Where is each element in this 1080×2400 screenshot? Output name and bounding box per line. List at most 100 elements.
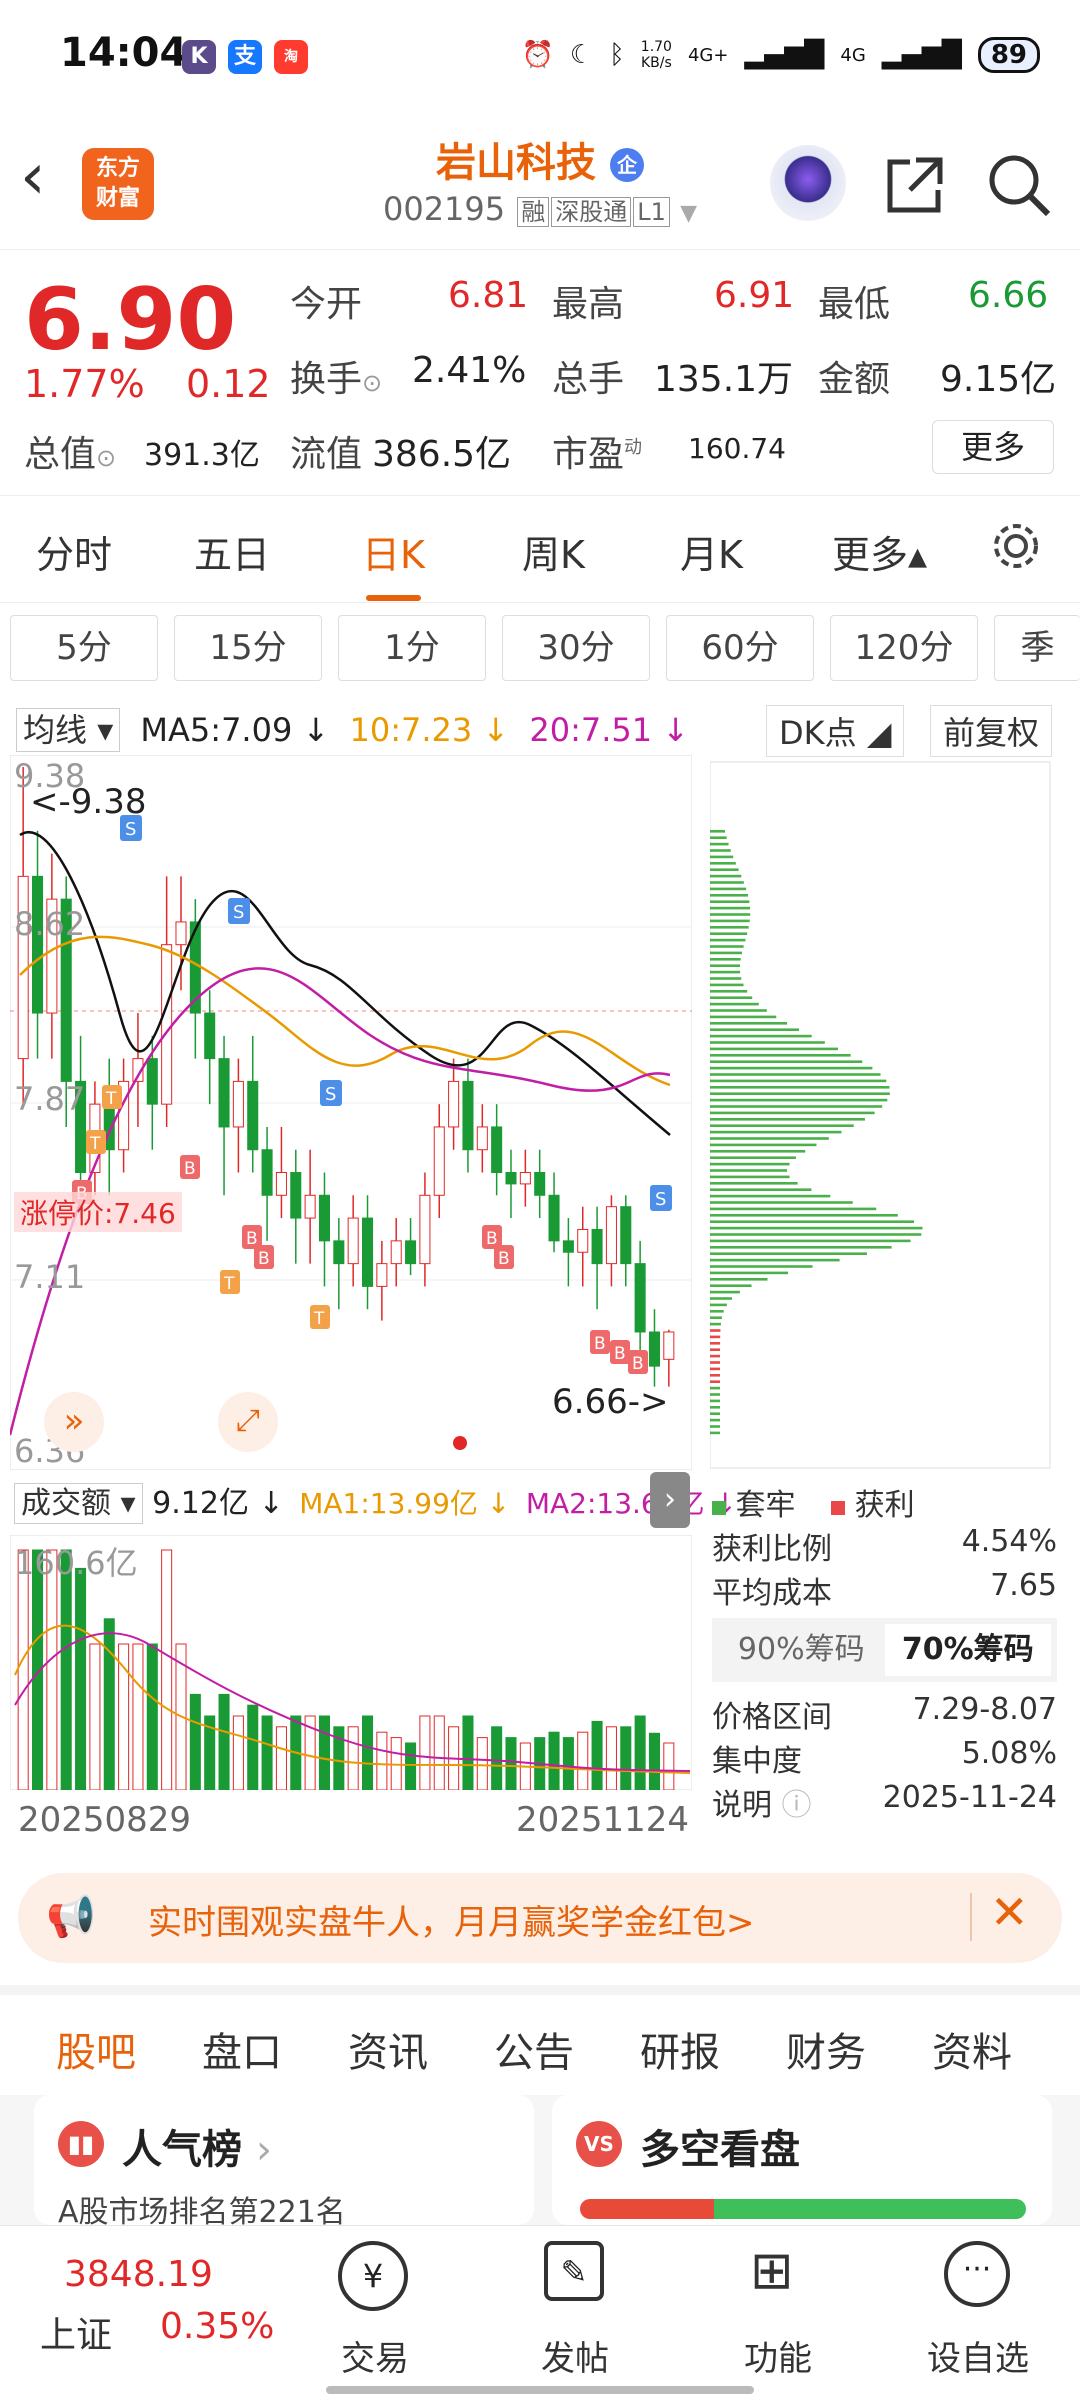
- svg-text:T: T: [89, 1134, 101, 1154]
- tab-weekly-k[interactable]: 周K: [522, 524, 585, 579]
- period-15min[interactable]: 15分: [174, 615, 322, 681]
- value-mktcap: 391.3亿: [144, 438, 260, 473]
- settings-gear-icon[interactable]: [988, 518, 1044, 574]
- volume-selector[interactable]: 成交额 ▾: [14, 1483, 143, 1524]
- tab-research[interactable]: 研报: [640, 2020, 720, 2078]
- chip-bar: [710, 1092, 890, 1095]
- index-value[interactable]: 3848.19: [64, 2254, 213, 2295]
- volume-bar: [232, 1715, 244, 1790]
- megaphone-icon: 📢: [46, 1894, 96, 1940]
- chip-bar: [710, 842, 729, 846]
- collapse-arrow-icon[interactable]: ›: [650, 1472, 690, 1528]
- nav-trade[interactable]: 交易: [305, 2331, 445, 2380]
- tab-news[interactable]: 资讯: [348, 2020, 428, 2078]
- nav-add-watchlist[interactable]: 设自选: [908, 2331, 1048, 2380]
- tab-daily-k[interactable]: 日K: [362, 524, 425, 601]
- svg-text:B: B: [632, 1354, 644, 1374]
- popularity-card[interactable]: ▮▮ 人气榜 › A股市场排名第221名: [34, 2095, 534, 2230]
- candle-body: [376, 1263, 388, 1287]
- chip-bar: [710, 862, 736, 865]
- chip-bar: [710, 1201, 853, 1204]
- chip-bar: [710, 970, 741, 974]
- chip-bar: [710, 1009, 767, 1012]
- chip-bar: [710, 1105, 883, 1108]
- battery-indicator: 89: [977, 37, 1040, 73]
- tab-monthly-k[interactable]: 月K: [680, 524, 743, 579]
- label-low: 最低: [818, 284, 891, 325]
- clock: 14:04: [60, 30, 188, 76]
- nav-post[interactable]: 发帖: [505, 2331, 645, 2380]
- grid-icon[interactable]: ⊞: [750, 2241, 794, 2301]
- chip-bar: [710, 1322, 721, 1326]
- net-speed: 1.70 KB/s: [640, 39, 672, 71]
- tab-pankou[interactable]: 盘口: [202, 2020, 282, 2078]
- tab-intraday[interactable]: 分时: [36, 524, 112, 579]
- expand-left-icon[interactable]: »: [44, 1392, 104, 1452]
- ai-assistant-avatar[interactable]: [770, 145, 846, 221]
- volume-ma2: MA2:13.63亿 ↓: [525, 1487, 737, 1520]
- period-5min[interactable]: 5分: [10, 615, 158, 681]
- chip-bar: [710, 1054, 851, 1057]
- info-icon[interactable]: ⓘ: [782, 1788, 812, 1823]
- chart-period-tabs: 分时 五日 日K 周K 月K 更多▴: [0, 495, 1080, 603]
- tab-chip-90[interactable]: 90%筹码: [718, 1624, 885, 1676]
- ma-selector[interactable]: 均线 ▾: [16, 708, 121, 752]
- candle-body: [648, 1331, 661, 1367]
- chip-bar: [710, 1386, 721, 1390]
- promo-text: 实时围观实盘牛人，月月赢奖学金红包>: [148, 1903, 755, 1943]
- period-60min[interactable]: 60分: [666, 615, 814, 681]
- chip-bar: [710, 1246, 892, 1249]
- chip-bar: [710, 919, 750, 923]
- tab-more[interactable]: 更多▴: [832, 524, 927, 579]
- chip-bar: [710, 1175, 790, 1179]
- period-quarter[interactable]: 季: [994, 615, 1080, 681]
- chip-bar: [710, 1252, 867, 1255]
- more-dots-icon[interactable]: ···: [944, 2241, 1010, 2307]
- period-120min[interactable]: 120分: [830, 615, 978, 681]
- tab-finance[interactable]: 财务: [786, 2020, 866, 2078]
- more-quote-button[interactable]: 更多: [932, 420, 1054, 474]
- value-float-cap: 386.5亿: [372, 434, 512, 475]
- share-icon[interactable]: [880, 150, 950, 220]
- y-axis-4: 7.11: [14, 1258, 86, 1296]
- chip-bar: [710, 1431, 720, 1435]
- limit-up-label: 涨停价:7.46: [14, 1192, 182, 1232]
- tab-chip-70[interactable]: 70%筹码: [884, 1624, 1051, 1676]
- candle-body: [663, 1331, 675, 1360]
- candle-body: [534, 1172, 546, 1196]
- tab-guba[interactable]: 股吧: [56, 2020, 136, 2102]
- chip-bar: [710, 1156, 796, 1159]
- svg-text:B: B: [594, 1334, 606, 1354]
- chip-bar: [710, 1354, 721, 1358]
- nav-functions[interactable]: 功能: [708, 2331, 848, 2380]
- tab-five-day[interactable]: 五日: [194, 524, 270, 579]
- svg-text:B: B: [184, 1159, 196, 1179]
- signal-4g-plus: 4G+: [687, 44, 729, 66]
- promo-banner[interactable]: 📢 实时围观实盘牛人，月月赢奖学金红包> ✕: [18, 1873, 1062, 1963]
- candle-body: [261, 1149, 273, 1196]
- period-1min[interactable]: 1分: [338, 615, 486, 681]
- tab-profile[interactable]: 资料: [932, 2020, 1012, 2078]
- date-start: 20250829: [18, 1800, 192, 1840]
- search-icon[interactable]: [984, 150, 1054, 220]
- trade-icon[interactable]: ¥: [338, 2241, 408, 2311]
- chip-bar: [710, 1143, 817, 1147]
- value-turnover: 2.41%: [412, 350, 527, 391]
- period-30min[interactable]: 30分: [502, 615, 650, 681]
- chip-bar: [710, 1137, 829, 1140]
- adjust-button[interactable]: 前复权: [930, 705, 1053, 757]
- stock-header: ‹ 东方 财富 岩山科技 企 002195 融深股通 L1 ▼: [0, 110, 1080, 250]
- tab-announcements[interactable]: 公告: [494, 2020, 574, 2078]
- edit-icon[interactable]: ✎: [544, 2241, 604, 2301]
- candle-body: [218, 1058, 230, 1128]
- chip-bar: [710, 1022, 788, 1025]
- bull-bear-card[interactable]: VS 多空看盘: [552, 2095, 1052, 2225]
- chip-bar: [710, 945, 744, 948]
- dk-point-button[interactable]: DK点 ◢: [766, 705, 905, 757]
- ma20-value: 20:7.51 ↓: [529, 711, 690, 749]
- candlestick-chart[interactable]: S S S S T T T T B B B B B B B B B: [10, 755, 692, 1470]
- fullscreen-icon[interactable]: ⤢: [218, 1392, 278, 1452]
- value-volume: 135.1万: [654, 359, 794, 400]
- status-icons: ⏰ ☾ ᛒ 1.70 KB/s 4G+ ▂▄▆█ 4G ▂▄▆█ 89: [521, 30, 1040, 80]
- close-icon[interactable]: ✕: [990, 1885, 1029, 1939]
